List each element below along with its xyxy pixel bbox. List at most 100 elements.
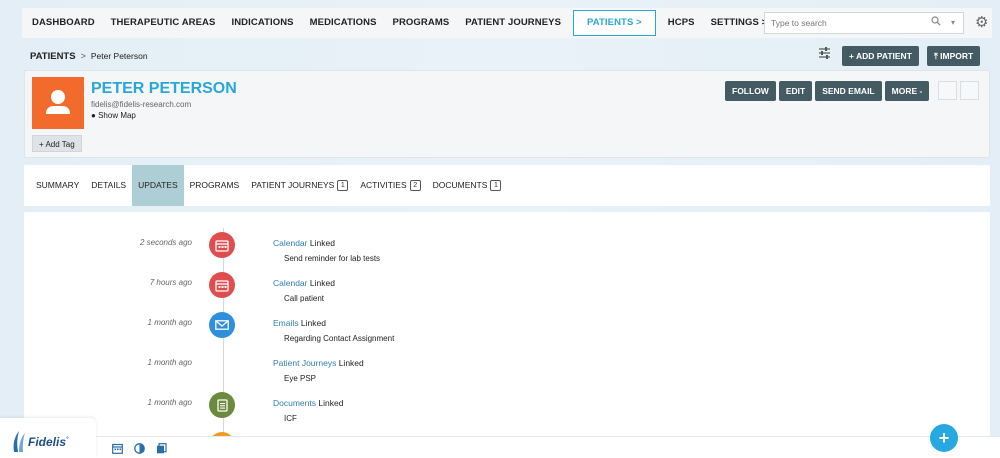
count-badge: 1 xyxy=(337,180,349,191)
timeline-entry: 7 hours ago Calendar Linked Call patient xyxy=(24,272,990,312)
send-email-button[interactable]: SEND EMAIL xyxy=(815,81,882,101)
fidelis-logo-mark xyxy=(13,431,25,452)
tab-label: DOCUMENTS xyxy=(432,180,488,190)
entry-title: Calendar Linked xyxy=(273,238,335,248)
tab-documents[interactable]: DOCUMENTS 1 xyxy=(427,165,508,206)
entry-detail: Eye PSP xyxy=(284,374,317,383)
entry-module-link[interactable]: Patient Journeys xyxy=(273,358,336,368)
tab-activities[interactable]: ACTIVITIES 2 xyxy=(354,165,426,206)
patient-name: PETER PETERSON xyxy=(91,80,237,97)
add-patient-button[interactable]: + ADD PATIENT xyxy=(842,46,919,66)
filter-sliders-icon[interactable] xyxy=(818,47,831,62)
logo-superscript: ° xyxy=(66,437,69,443)
entry-detail: ICF xyxy=(284,414,297,423)
entry-time: 7 hours ago xyxy=(149,278,192,287)
timeline-entry: 1 month ago Patient Journeys Linked Eye … xyxy=(24,352,990,392)
nav-patient-journeys[interactable]: PATIENT JOURNEYS xyxy=(457,8,569,38)
entry-detail: Send reminder for lab tests xyxy=(284,254,381,263)
entry-action: Linked xyxy=(309,278,335,288)
nav-programs[interactable]: PROGRAMS xyxy=(385,8,458,38)
tab-label: DETAILS xyxy=(91,180,127,190)
logo-word: Fidelis xyxy=(28,435,67,449)
chevron-down-icon[interactable]: ▾ xyxy=(951,18,955,27)
patient-profile-card: PETER PETERSON fidelis@fidelis-research.… xyxy=(24,70,990,158)
entry-time: 2 seconds ago xyxy=(139,238,192,247)
entry-title: Documents Linked xyxy=(273,398,343,408)
entry-time: 1 month ago xyxy=(147,398,192,407)
logo: Fidelis° xyxy=(0,418,96,458)
nav-hcps[interactable]: HCPS xyxy=(660,8,703,38)
count-badge: 1 xyxy=(490,180,502,191)
app-root: DASHBOARD THERAPEUTIC AREAS INDICATIONS … xyxy=(22,0,1000,458)
upload-icon: ⤒ xyxy=(934,51,938,61)
clock-icon[interactable] xyxy=(132,443,146,457)
entry-action: Linked xyxy=(338,358,364,368)
tab-details[interactable]: DETAILS xyxy=(85,165,132,206)
profile-actions: FOLLOW EDIT SEND EMAIL MORE - xyxy=(725,81,930,101)
nav-dashboard[interactable]: DASHBOARD xyxy=(22,8,103,38)
timeline-entry: 2 seconds ago Calendar Linked Send remin… xyxy=(24,232,990,272)
tab-label: SUMMARY xyxy=(36,180,80,190)
tab-label: ACTIVITIES xyxy=(360,180,407,190)
search-box: ▾ xyxy=(764,12,964,34)
breadcrumb: PATIENTS > Peter Peterson + ADD PATIENT … xyxy=(22,44,992,68)
calendar-icon xyxy=(209,272,235,298)
nav-therapeutic-areas[interactable]: THERAPEUTIC AREAS xyxy=(103,8,224,38)
calendar-icon xyxy=(209,232,235,258)
calendar-icon[interactable] xyxy=(110,443,124,457)
entry-title: Patient Journeys Linked xyxy=(273,358,364,368)
import-label: IMPORT xyxy=(940,51,974,61)
entry-action: Linked xyxy=(300,318,326,328)
more-button[interactable]: MORE - xyxy=(884,81,930,101)
entry-time: 1 month ago xyxy=(147,358,192,367)
tab-patient-journeys[interactable]: PATIENT JOURNEYS 1 xyxy=(245,165,354,206)
nav-indications[interactable]: INDICATIONS xyxy=(223,8,301,38)
entry-module-link[interactable]: Calendar xyxy=(273,278,308,288)
import-button[interactable]: ⤒ IMPORT xyxy=(927,46,981,66)
entry-title: Emails Linked xyxy=(273,318,326,328)
entry-title: Calendar Linked xyxy=(273,278,335,288)
person-icon xyxy=(46,90,70,114)
gear-icon[interactable]: ⚙ xyxy=(975,13,988,31)
tab-label: UPDATES xyxy=(138,180,178,190)
entry-module-link[interactable]: Documents xyxy=(273,398,316,408)
top-nav: DASHBOARD THERAPEUTIC AREAS INDICATIONS … xyxy=(22,8,992,38)
avatar xyxy=(32,77,84,129)
updates-timeline: 2 seconds ago Calendar Linked Send remin… xyxy=(24,212,990,458)
add-tag-button[interactable]: + Add Tag xyxy=(32,135,82,152)
timeline-entry: 1 month ago Documents Linked ICF xyxy=(24,392,990,432)
count-badge: 2 xyxy=(409,180,421,191)
nav-patients[interactable]: PATIENTS > xyxy=(573,10,656,36)
search-input[interactable] xyxy=(765,18,915,28)
search-icon[interactable] xyxy=(931,16,941,29)
nav-medications[interactable]: MEDICATIONS xyxy=(302,8,385,38)
next-record-button[interactable] xyxy=(960,81,979,100)
tab-summary[interactable]: SUMMARY xyxy=(24,165,85,206)
tab-programs[interactable]: PROGRAMS xyxy=(184,165,246,206)
document-icon xyxy=(209,392,235,418)
map-pin-icon: ● xyxy=(91,111,96,120)
documents-icon[interactable] xyxy=(154,443,168,457)
add-floating-button[interactable]: + xyxy=(930,424,958,452)
entry-time: 1 month ago xyxy=(147,318,192,327)
breadcrumb-root[interactable]: PATIENTS xyxy=(30,51,76,62)
entry-module-link[interactable]: Emails xyxy=(273,318,299,328)
entry-detail: Regarding Contact Assignment xyxy=(284,334,395,343)
previous-record-button[interactable] xyxy=(938,81,957,100)
entry-detail: Call patient xyxy=(284,294,325,303)
logo-text: Fidelis° xyxy=(28,435,68,449)
timeline-entry: 1 month ago Emails Linked Regarding Cont… xyxy=(24,312,990,352)
follow-button[interactable]: FOLLOW xyxy=(725,81,776,101)
tab-label: PATIENT JOURNEYS xyxy=(251,180,335,190)
edit-button[interactable]: EDIT xyxy=(778,81,813,101)
entry-module-link[interactable]: Calendar xyxy=(273,238,308,248)
patient-email[interactable]: fidelis@fidelis-research.com xyxy=(91,100,191,109)
tab-updates[interactable]: UPDATES xyxy=(132,165,184,206)
show-map-label: Show Map xyxy=(98,111,136,120)
entry-action: Linked xyxy=(309,238,335,248)
show-map-link[interactable]: ● Show Map xyxy=(91,111,136,120)
tab-label: PROGRAMS xyxy=(189,180,240,190)
envelope-icon xyxy=(209,312,235,338)
breadcrumb-separator: > xyxy=(80,51,86,61)
breadcrumb-current: Peter Peterson xyxy=(90,51,148,61)
